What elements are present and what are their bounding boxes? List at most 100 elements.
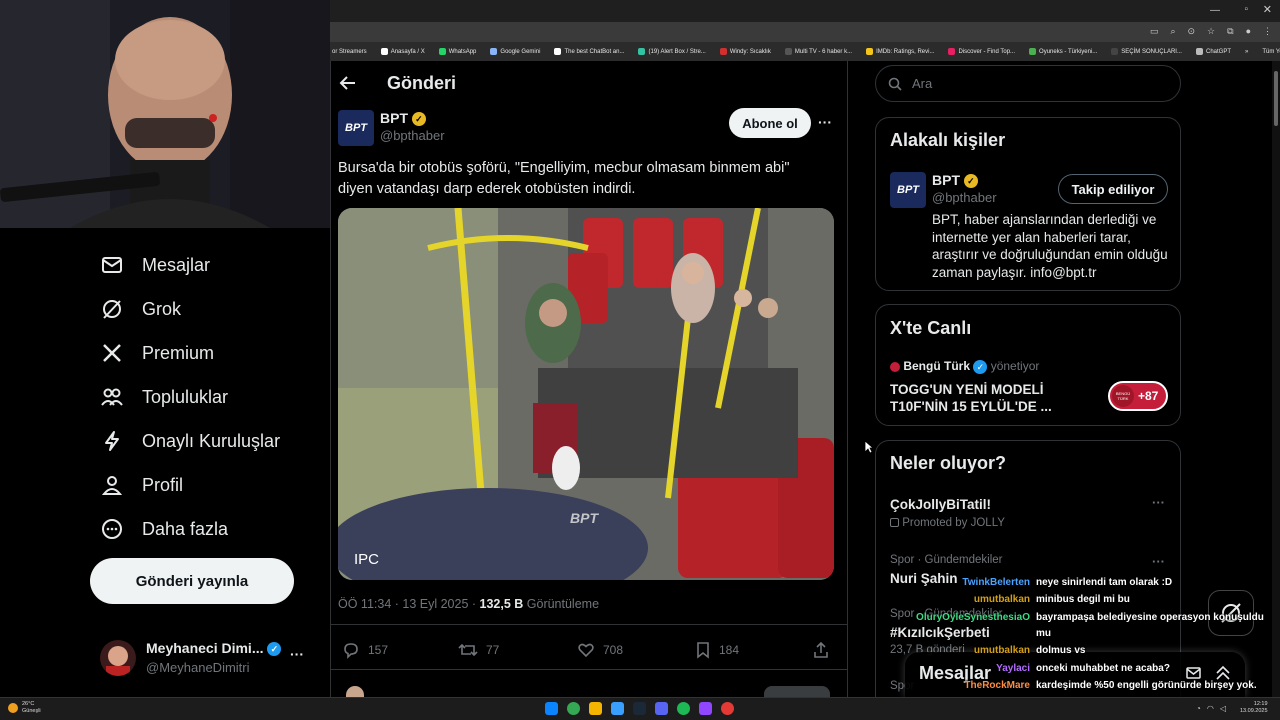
bookmark-item[interactable]: Multi TV - 6 haber k...: [784, 48, 852, 55]
related-handle[interactable]: @bpthaber: [932, 190, 997, 205]
stream-chat-overlay: TwinkBelerten neye sinirlendi tam olarak …: [880, 577, 1280, 717]
trend-promoted-meta: Promoted by JOLLY: [890, 517, 1005, 529]
bookmark-favicon-icon: [784, 48, 792, 55]
following-button[interactable]: Takip ediliyor: [1058, 174, 1168, 204]
app-icon[interactable]: [611, 702, 624, 715]
sidebar-item-communities[interactable]: Topluluklar: [100, 379, 228, 415]
bookmark-star-icon[interactable]: ☆: [1207, 26, 1215, 37]
live-listeners-badge[interactable]: BENGÜ TÜRK +87: [1108, 381, 1168, 411]
more-bookmarks-button[interactable]: »: [1245, 49, 1248, 55]
bookmark-item[interactable]: Anasayfa / X: [380, 48, 425, 55]
bookmark-favicon-icon: [1029, 48, 1037, 55]
menu-icon[interactable]: ⋮: [1263, 26, 1272, 37]
bookmark-item[interactable]: IMDb: Ratings, Revi...: [866, 48, 934, 55]
related-name[interactable]: BPT: [932, 172, 960, 188]
extension-icon[interactable]: ⧉: [1227, 26, 1233, 37]
webcam-person-image: [0, 0, 330, 228]
view-count: 132,5 B: [479, 597, 524, 611]
live-host[interactable]: Bengü Türk ✓ yönetiyor: [890, 359, 1039, 374]
bookmark-item[interactable]: SEÇİM SONUÇLARI...: [1111, 48, 1182, 55]
related-bio: BPT, haber ajanslarından derlediği ve in…: [932, 212, 1168, 280]
tweet-author-handle[interactable]: @bpthaber: [380, 128, 445, 143]
trend-more-icon[interactable]: ···: [1152, 554, 1165, 569]
sidebar-item-more[interactable]: Daha fazla: [100, 511, 228, 547]
search-input[interactable]: Ara: [875, 65, 1181, 102]
sidebar-item-messages[interactable]: Mesajlar: [100, 247, 210, 283]
app-icon[interactable]: [721, 702, 734, 715]
tweet-author-avatar[interactable]: BPT: [338, 110, 374, 146]
maximize-window-button[interactable]: ▫: [1244, 4, 1248, 15]
close-window-button[interactable]: ✕: [1263, 3, 1272, 16]
cast-icon[interactable]: ▭: [1150, 26, 1159, 37]
retweet-button[interactable]: 77: [458, 641, 499, 659]
subscribe-button[interactable]: Abone ol: [729, 108, 811, 138]
live-headline[interactable]: TOGG'UN YENİ MODELİ T10F'NİN 15 EYLÜL'DE…: [890, 381, 1052, 415]
browser-address-bar[interactable]: ▭ ⌕ ⊙ ☆ ⧉ ● ⋮: [330, 22, 1280, 42]
profile-icon[interactable]: ●: [1246, 26, 1251, 37]
post-button[interactable]: Gönderi yayınla: [90, 558, 294, 604]
bookmark-item[interactable]: or Streamers: [332, 49, 367, 55]
bookmark-item[interactable]: Discover - Find Top...: [948, 48, 1015, 55]
bookmark-item[interactable]: (19) Alert Box / Stre...: [638, 48, 706, 55]
windows-start-icon[interactable]: [545, 702, 558, 715]
account-more-icon[interactable]: ···: [290, 646, 304, 662]
bookmark-item[interactable]: The best ChatBot an...: [554, 48, 624, 55]
verified-gold-icon: ✓: [411, 112, 426, 127]
bookmark-label: The best ChatBot an...: [564, 48, 625, 55]
system-tray[interactable]: ◔ ◠ ◁: [1196, 704, 1226, 713]
chat-text: onceki muhabbet ne acaba?: [1036, 663, 1170, 674]
taskbar-apps: [545, 702, 734, 715]
all-bookmarks-button[interactable]: Tüm Yer İşaretleri: [1262, 49, 1280, 55]
bookmark-item[interactable]: Google Gemini: [490, 48, 540, 55]
tweet-author-name[interactable]: BPT: [380, 110, 408, 126]
sidebar-item-label: Daha fazla: [142, 518, 229, 539]
bengu-turk-logo-icon: [890, 361, 900, 372]
sidebar-item-premium[interactable]: Premium: [100, 335, 214, 371]
file-explorer-icon[interactable]: [589, 702, 602, 715]
bookmark-label: WhatsApp: [448, 48, 477, 55]
sidebar-item-verified-orgs[interactable]: Onaylı Kuruluşlar: [100, 423, 280, 459]
chat-message: mu: [880, 628, 1280, 639]
tweet-timestamp[interactable]: ÖÖ 11:34 · 13 Eyl 2025 ·: [338, 597, 480, 611]
grok-icon: [100, 297, 124, 321]
spotify-icon[interactable]: [677, 702, 690, 715]
back-arrow-icon[interactable]: [339, 74, 357, 97]
sidebar-item-label: Topluluklar: [142, 386, 229, 407]
chat-text: neye sinirlendi tam olarak :D: [1036, 577, 1173, 588]
zoom-icon[interactable]: ⌕: [1170, 26, 1175, 37]
tweet-more-icon[interactable]: ···: [818, 114, 832, 130]
sidebar-item-profile[interactable]: Profil: [100, 467, 183, 503]
weather-widget[interactable]: 26°C Güneşli: [8, 701, 41, 715]
sidebar-item-grok[interactable]: Grok: [100, 291, 181, 327]
bookmark-label: Windy: Sıcaklık: [729, 48, 771, 55]
trend-promoted-title[interactable]: ÇokJollyBiTatil!: [890, 497, 991, 512]
minimize-window-button[interactable]: —: [1210, 5, 1220, 16]
discord-icon[interactable]: [655, 702, 668, 715]
bookmark-button[interactable]: 184: [695, 641, 739, 659]
like-button[interactable]: 708: [577, 641, 623, 659]
tweet-text: Bursa'da bir otobüs şoförü, "Engelliyim,…: [338, 160, 790, 197]
share-icon[interactable]: ⊙: [1188, 26, 1196, 37]
bookmark-item[interactable]: Windy: Sıcaklık: [719, 48, 771, 55]
chat-message: Yaylaci onceki muhabbet ne acaba?: [880, 663, 1280, 674]
related-avatar[interactable]: BPT: [890, 172, 926, 208]
share-icon[interactable]: [812, 641, 830, 664]
chat-username: umutbalkan: [973, 594, 1030, 605]
steam-icon[interactable]: [633, 702, 646, 715]
search-icon: [888, 77, 902, 91]
heart-icon: [578, 643, 594, 658]
bookmark-favicon-icon: [948, 48, 956, 55]
bookmark-item[interactable]: Oyuneks - Türkiyeni...: [1029, 48, 1097, 55]
account-switcher[interactable]: Meyhaneci Dimi... ✓ @MeyhaneDimitri ···: [100, 636, 320, 680]
app-icon[interactable]: [699, 702, 712, 715]
trend-more-icon[interactable]: ···: [1152, 495, 1165, 510]
chat-username: umutbalkan: [973, 645, 1030, 656]
clock[interactable]: 12:19 13.09.2025: [1240, 701, 1268, 715]
bookmark-item[interactable]: ChatGPT: [1195, 48, 1231, 55]
bookmark-item[interactable]: WhatsApp: [438, 48, 477, 55]
chrome-icon[interactable]: [567, 702, 580, 715]
reply-button[interactable]: 157: [342, 641, 388, 659]
windows-taskbar: 26°C Güneşli ◔ ◠ ◁ 12:19 13.09.2025: [0, 697, 1280, 720]
tweet-video[interactable]: IPC BPT: [338, 208, 834, 580]
scrollbar-thumb[interactable]: [1274, 71, 1278, 126]
